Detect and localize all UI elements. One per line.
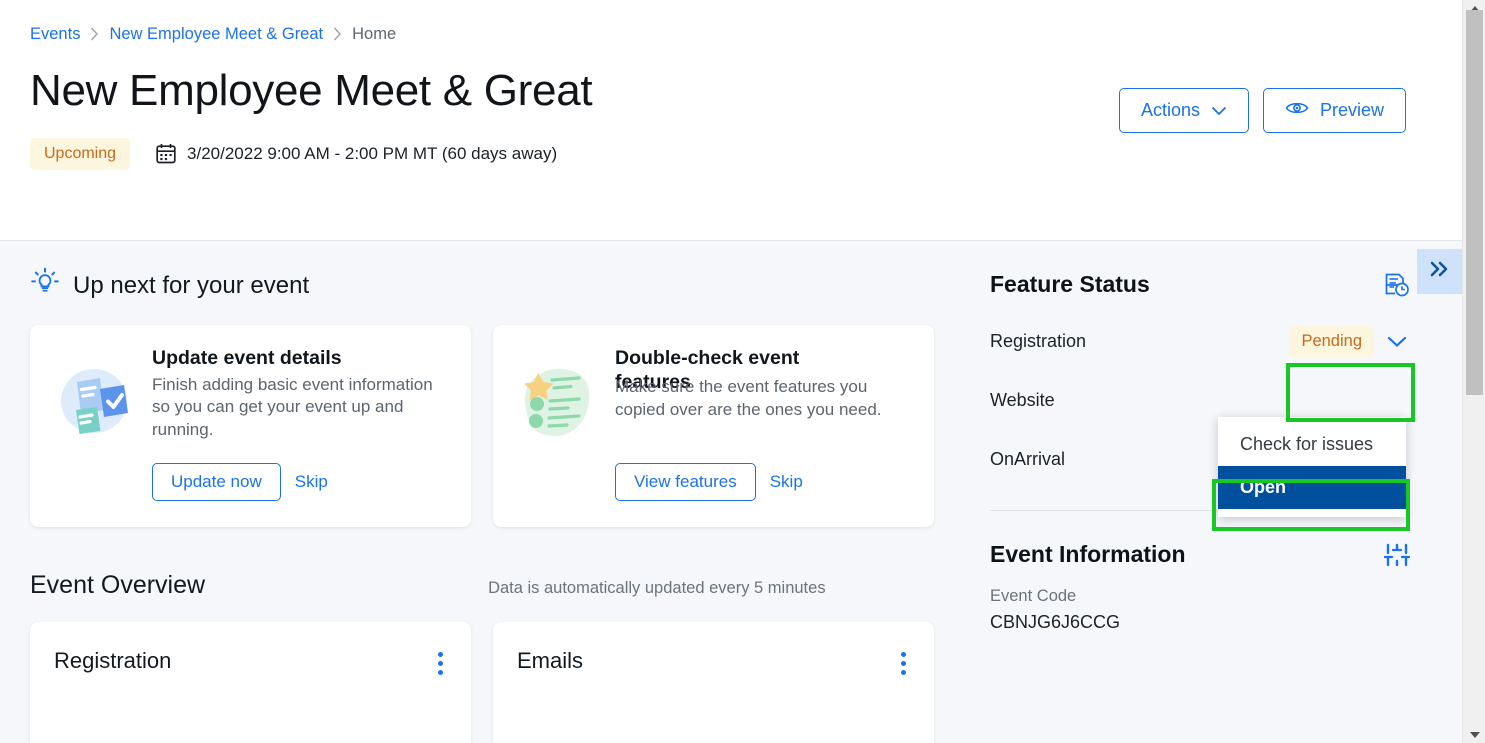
event-code-label: Event Code xyxy=(990,587,1077,605)
feature-status-label: OnArrival xyxy=(990,449,1066,469)
event-information-header: Event Information xyxy=(990,511,1410,568)
expand-rail-button[interactable] xyxy=(1417,249,1462,294)
status-badge: Upcoming xyxy=(30,137,131,170)
event-overview-cards: Registration Emails xyxy=(30,622,965,743)
overview-card-title: Registration xyxy=(54,648,172,673)
breadcrumb-item-events[interactable]: Events xyxy=(30,26,80,43)
vertical-scrollbar[interactable] xyxy=(1462,0,1485,743)
event-overview-note: Data is automatically updated every 5 mi… xyxy=(488,579,826,597)
up-next-cards: Update event details Finish adding basic… xyxy=(30,325,965,527)
task-card-actions: View features Skip xyxy=(615,463,803,501)
event-meta-row: Upcoming 3/20/2022 9:00 AM - 2:00 PM MT … xyxy=(30,137,1432,170)
feature-status-row-registration: Registration Pending xyxy=(990,312,1410,371)
document-clock-icon[interactable] xyxy=(1384,272,1410,298)
event-code-value: CBNJG6J6CCG xyxy=(990,612,1121,632)
breadcrumb-item-home: Home xyxy=(352,25,397,43)
event-information-fields: Event Code CBNJG6J6CCG xyxy=(990,587,1410,633)
breadcrumb: Events New Employee Meet & Great Home xyxy=(30,26,1432,43)
task-card-update-event-details[interactable]: Update event details Finish adding basic… xyxy=(30,325,471,527)
double-chevron-right-icon xyxy=(1428,260,1452,283)
notes-checkmark-illustration xyxy=(52,347,144,527)
event-overview-title: Event Overview xyxy=(30,571,206,599)
registration-status-dropdown-menu: Check for issues Open xyxy=(1218,417,1406,517)
page-content: Events New Employee Meet & Great Home Ne… xyxy=(0,0,1462,743)
calendar-icon xyxy=(156,143,176,164)
task-card-description: Make sure the event features you copied … xyxy=(615,377,882,419)
actions-button[interactable]: Actions xyxy=(1118,88,1249,133)
scrollbar-thumb[interactable] xyxy=(1466,10,1483,395)
dropdown-item-open[interactable]: Open xyxy=(1218,466,1406,509)
tune-sliders-icon[interactable] xyxy=(1384,543,1410,567)
chevron-down-icon xyxy=(1211,100,1227,121)
task-card-double-check-event-features[interactable]: Double-check event features Make sure th… xyxy=(493,325,934,527)
up-next-title: Up next for your event xyxy=(73,271,310,299)
skip-link[interactable]: Skip xyxy=(770,472,803,492)
preview-button[interactable]: Preview xyxy=(1262,88,1406,133)
event-information-title: Event Information xyxy=(990,541,1186,567)
event-date-text: 3/20/2022 9:00 AM - 2:00 PM MT (60 days … xyxy=(187,143,558,163)
feature-status-label: Registration xyxy=(990,331,1087,351)
page-header: Events New Employee Meet & Great Home Ne… xyxy=(0,0,1462,241)
app-root: Events New Employee Meet & Great Home Ne… xyxy=(0,0,1485,743)
skip-link[interactable]: Skip xyxy=(295,472,328,492)
dropdown-item-check-for-issues[interactable]: Check for issues xyxy=(1218,423,1406,466)
kebab-menu-icon[interactable] xyxy=(432,648,449,679)
registration-status-control[interactable]: Pending xyxy=(1289,326,1410,357)
kebab-menu-icon[interactable] xyxy=(895,648,912,679)
triangle-down-icon[interactable] xyxy=(1463,726,1485,743)
task-card-actions: Update now Skip xyxy=(152,463,328,501)
overview-card-emails[interactable]: Emails xyxy=(493,622,934,743)
left-column: Up next for your event Update event deta… xyxy=(30,241,965,743)
chevron-right-icon xyxy=(333,27,342,41)
chevron-right-icon xyxy=(90,27,99,41)
preview-button-label: Preview xyxy=(1319,100,1384,120)
view-features-button[interactable]: View features xyxy=(615,463,756,501)
breadcrumb-item-event[interactable]: New Employee Meet & Great xyxy=(109,26,323,43)
chevron-down-icon[interactable] xyxy=(1387,336,1407,348)
feature-status-label: Website xyxy=(990,390,1055,410)
feature-status-title: Feature Status xyxy=(990,271,1150,297)
task-card-body: Update event details Finish adding basic… xyxy=(144,347,451,527)
registration-status-pill[interactable]: Pending xyxy=(1289,326,1374,357)
overview-card-title: Emails xyxy=(517,648,584,673)
up-next-section-header: Up next for your event xyxy=(30,241,965,304)
header-actions: Actions Preview xyxy=(1118,88,1406,133)
update-now-button[interactable]: Update now xyxy=(152,463,281,501)
event-overview-header: Event Overview Data is automatically upd… xyxy=(30,571,965,600)
task-card-title: Update event details xyxy=(152,347,342,369)
star-list-illustration xyxy=(515,347,607,527)
task-card-description: Finish adding basic event information so… xyxy=(152,374,433,439)
overview-card-registration[interactable]: Registration xyxy=(30,622,471,743)
event-date: 3/20/2022 9:00 AM - 2:00 PM MT (60 days … xyxy=(156,143,557,164)
actions-button-label: Actions xyxy=(1140,100,1200,120)
feature-status-header: Feature Status xyxy=(990,241,1410,298)
eye-icon xyxy=(1285,100,1309,121)
lightbulb-icon xyxy=(30,267,60,304)
task-card-body: Double-check event features Make sure th… xyxy=(607,347,914,527)
